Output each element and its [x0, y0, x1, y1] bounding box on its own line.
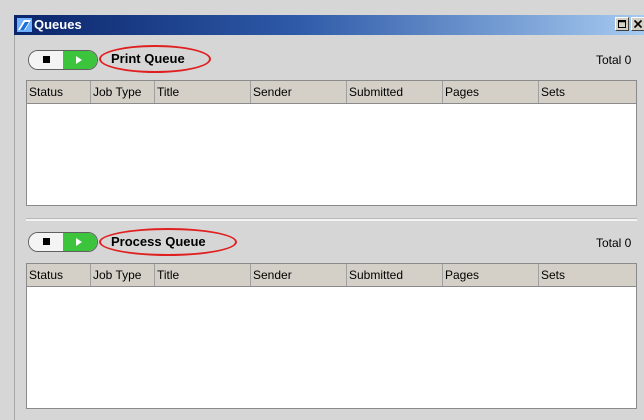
print-queue-title: Print Queue	[111, 51, 185, 66]
process-queue-table[interactable]: Status Job Type Title Sender Submitted P…	[26, 263, 637, 409]
queue-splitter[interactable]	[26, 218, 637, 221]
column-header-submitted[interactable]: Submitted	[347, 264, 443, 286]
close-button[interactable]	[631, 17, 644, 31]
column-header-status[interactable]: Status	[27, 81, 91, 103]
column-header-sets[interactable]: Sets	[539, 81, 636, 103]
process-queue-title: Process Queue	[111, 234, 206, 249]
close-icon	[633, 19, 643, 29]
process-queue-table-header: Status Job Type Title Sender Submitted P…	[27, 264, 636, 287]
print-queue-stop-button[interactable]	[29, 51, 63, 69]
print-queue-transport	[28, 50, 98, 70]
column-header-sender[interactable]: Sender	[251, 264, 347, 286]
print-queue-table-header: Status Job Type Title Sender Submitted P…	[27, 81, 636, 104]
print-queue-total: Total 0	[596, 53, 632, 67]
stop-icon	[43, 56, 50, 63]
column-header-job-type[interactable]: Job Type	[91, 81, 155, 103]
window-left-border	[14, 35, 15, 420]
stop-icon	[43, 238, 50, 245]
process-queue-total: Total 0	[596, 236, 632, 250]
column-header-status[interactable]: Status	[27, 264, 91, 286]
process-queue-transport	[28, 232, 98, 252]
queues-app-icon	[17, 18, 32, 32]
column-header-pages[interactable]: Pages	[443, 264, 539, 286]
window-title: Queues	[34, 17, 82, 32]
column-header-sets[interactable]: Sets	[539, 264, 636, 286]
process-queue-controls	[28, 232, 98, 252]
process-queue-stop-button[interactable]	[29, 233, 63, 251]
column-header-sender[interactable]: Sender	[251, 81, 347, 103]
title-bar[interactable]: Queues	[14, 15, 644, 35]
play-icon	[76, 56, 82, 64]
print-queue-table[interactable]: Status Job Type Title Sender Submitted P…	[26, 80, 637, 206]
column-header-title[interactable]: Title	[155, 264, 251, 286]
print-queue-play-button[interactable]	[63, 51, 97, 69]
print-queue-controls	[28, 50, 98, 70]
queues-window: Queues Print Queue Total 0 Status Job Ty…	[0, 0, 644, 420]
column-header-title[interactable]: Title	[155, 81, 251, 103]
column-header-job-type[interactable]: Job Type	[91, 264, 155, 286]
maximize-icon	[618, 20, 626, 28]
process-queue-play-button[interactable]	[63, 233, 97, 251]
column-header-pages[interactable]: Pages	[443, 81, 539, 103]
play-icon	[76, 238, 82, 246]
column-header-submitted[interactable]: Submitted	[347, 81, 443, 103]
maximize-button[interactable]	[615, 17, 629, 31]
